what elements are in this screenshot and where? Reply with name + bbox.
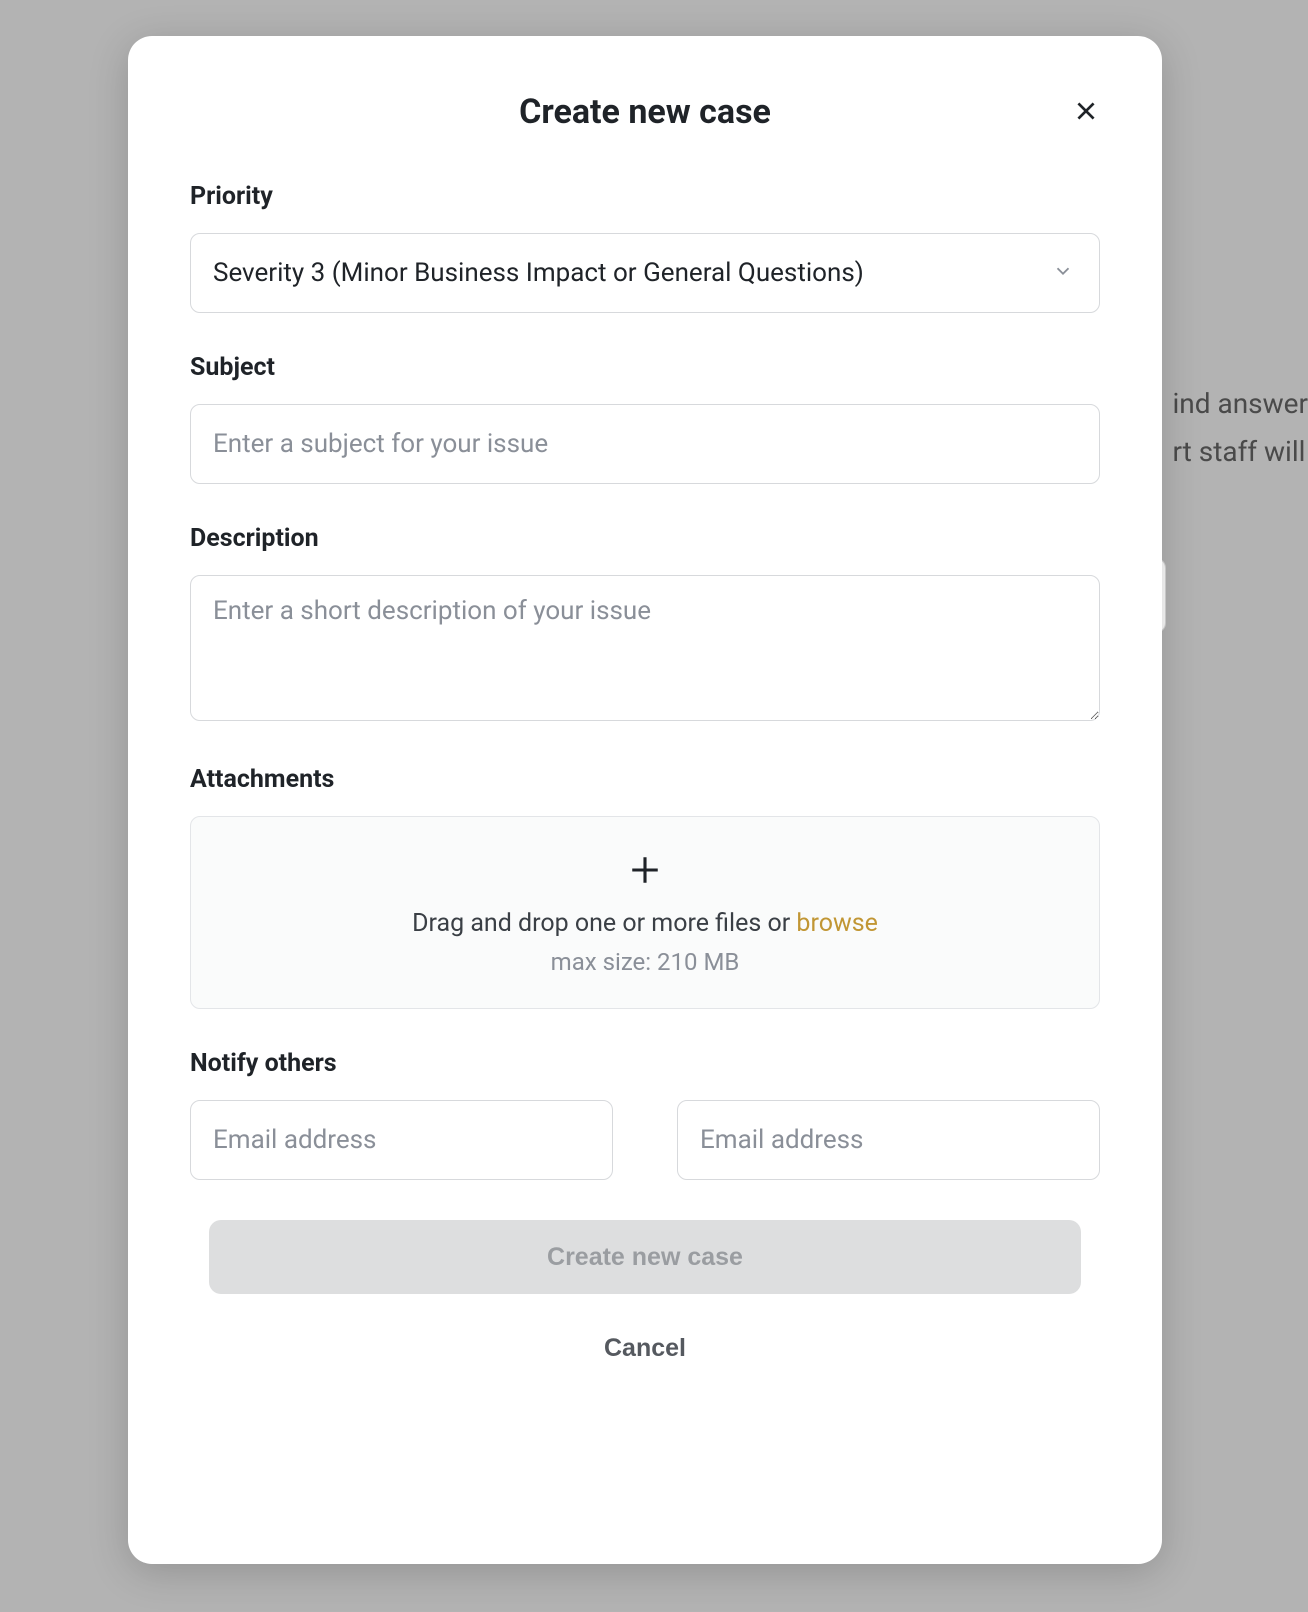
priority-select[interactable]: Severity 3 (Minor Business Impact or Gen… — [190, 233, 1100, 313]
notify-email-2[interactable] — [677, 1100, 1100, 1180]
notify-label: Notify others — [190, 1049, 1100, 1078]
attachments-dropzone[interactable]: Drag and drop one or more files or brows… — [190, 816, 1100, 1009]
plus-icon — [211, 853, 1079, 887]
description-textarea[interactable] — [190, 575, 1100, 721]
browse-link[interactable]: browse — [796, 909, 877, 938]
modal-title: Create new case — [190, 92, 1100, 132]
dropzone-text: Drag and drop one or more files or brows… — [211, 909, 1079, 938]
background-text: ind answer rt staff will — [1172, 380, 1308, 475]
close-icon — [1073, 98, 1099, 127]
notify-field: Notify others — [190, 1049, 1100, 1180]
notify-row — [190, 1100, 1100, 1180]
subject-label: Subject — [190, 353, 1100, 382]
priority-label: Priority — [190, 182, 1100, 211]
priority-field: Priority Severity 3 (Minor Business Impa… — [190, 182, 1100, 313]
subject-field: Subject — [190, 353, 1100, 484]
priority-select-wrap: Severity 3 (Minor Business Impact or Gen… — [190, 233, 1100, 313]
description-field: Description — [190, 524, 1100, 725]
priority-selected-value: Severity 3 (Minor Business Impact or Gen… — [213, 258, 864, 288]
bg-line-2: rt staff will — [1172, 428, 1308, 476]
cancel-button[interactable]: Cancel — [604, 1334, 686, 1363]
modal-header: Create new case — [190, 92, 1100, 132]
close-button[interactable] — [1068, 94, 1104, 130]
notify-email-1[interactable] — [190, 1100, 613, 1180]
attachments-field: Attachments Drag and drop one or more fi… — [190, 765, 1100, 1009]
subject-input[interactable] — [190, 404, 1100, 484]
attachments-label: Attachments — [190, 765, 1100, 794]
bg-line-1: ind answer — [1172, 380, 1308, 428]
create-case-modal: Create new case Priority Severity 3 (Min… — [128, 36, 1162, 1564]
create-case-button[interactable]: Create new case — [209, 1220, 1081, 1294]
dropzone-maxsize: max size: 210 MB — [211, 948, 1079, 976]
dropzone-prefix: Drag and drop one or more files or — [412, 909, 796, 938]
description-label: Description — [190, 524, 1100, 553]
